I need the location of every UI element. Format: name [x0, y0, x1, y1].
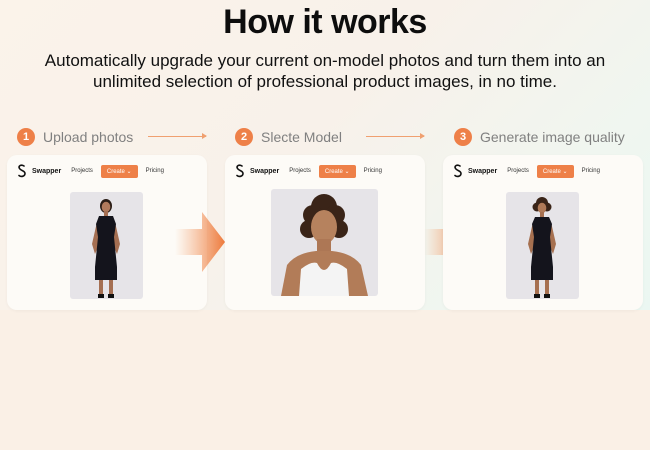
create-button[interactable]: Create ⌄ — [318, 164, 356, 178]
nav-projects[interactable]: Projects — [71, 168, 93, 174]
lower-background — [0, 310, 650, 450]
app-nav: Swapper Projects Create ⌄ Pricing — [235, 164, 390, 178]
step-1-arrow-icon — [148, 133, 207, 139]
step-2-label: Slecte Model — [261, 129, 342, 145]
brand-name: Swapper — [250, 167, 280, 175]
step-1-number: 1 — [17, 128, 35, 146]
nav-pricing[interactable]: Pricing — [582, 168, 600, 174]
card-select-model: Swapper Projects Create ⌄ Pricing — [225, 155, 425, 310]
arrow-right-icon — [175, 212, 225, 272]
nav-pricing[interactable]: Pricing — [146, 168, 164, 174]
page-title: How it works — [223, 3, 427, 41]
step-2-number: 2 — [235, 128, 253, 146]
page-subtitle: Automatically upgrade your current on-mo… — [44, 51, 606, 91]
swapper-logo-icon — [18, 164, 26, 178]
step-3-number: 3 — [454, 128, 472, 146]
swapper-logo-icon — [454, 164, 462, 178]
swapper-logo-icon — [236, 164, 244, 178]
create-button[interactable]: Create ⌄ — [100, 164, 138, 178]
step-2-arrow-icon — [366, 133, 425, 139]
nav-projects[interactable]: Projects — [507, 168, 529, 174]
uploaded-photo — [70, 192, 143, 299]
step-3: 3 Generate image quality — [454, 127, 625, 147]
step-1-label: Upload photos — [43, 129, 134, 145]
step-2: 2 Slecte Model — [235, 127, 342, 147]
brand-name: Swapper — [32, 167, 62, 175]
app-nav: Swapper Projects Create ⌄ Pricing — [17, 164, 172, 178]
step-1: 1 Upload photos — [17, 127, 133, 147]
generated-photo — [506, 192, 579, 299]
card-generate: Swapper Projects Create ⌄ Pricing — [443, 155, 643, 310]
step-3-label: Generate image quality — [480, 129, 625, 145]
brand-name: Swapper — [468, 167, 498, 175]
create-button[interactable]: Create ⌄ — [536, 164, 574, 178]
nav-pricing[interactable]: Pricing — [364, 168, 382, 174]
nav-projects[interactable]: Projects — [289, 168, 311, 174]
model-photo — [271, 189, 378, 296]
app-nav: Swapper Projects Create ⌄ Pricing — [453, 164, 608, 178]
